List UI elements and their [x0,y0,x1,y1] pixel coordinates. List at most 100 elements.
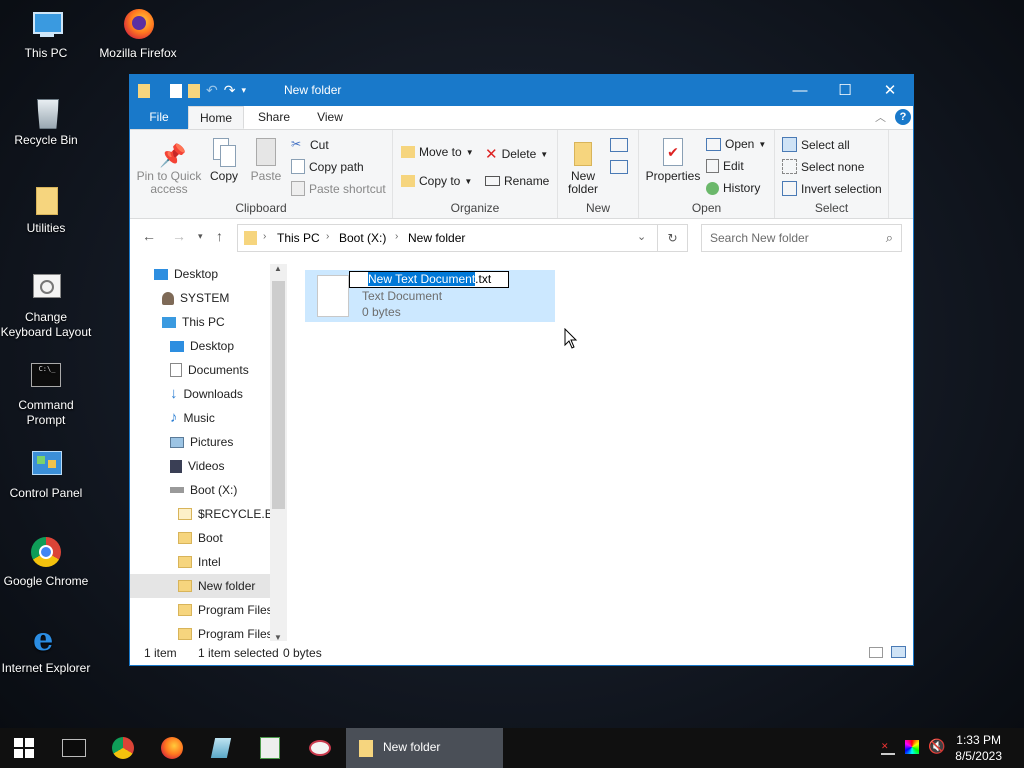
minimize-button[interactable]: — [777,75,823,106]
copy-button[interactable]: Copy [206,138,242,183]
pin-quick-access-button[interactable]: 📌 Pin to Quick access [136,142,202,196]
maximize-button[interactable]: ☐ [822,75,868,106]
properties-button[interactable]: ✔ Properties [645,138,701,183]
computer-icon [29,8,63,42]
edit-button[interactable]: Edit [706,159,744,173]
tree-item-system[interactable]: SYSTEM [162,286,229,310]
breadcrumb-this-pc[interactable]: This PC [277,231,320,245]
tree-item-boot-drive[interactable]: Boot (X:) [170,478,237,502]
color-display-icon[interactable] [905,740,919,754]
desktop-icon-keyboard-layout[interactable]: Change Keyboard Layout [0,272,92,340]
taskbar-app[interactable] [246,728,294,768]
tab-home[interactable]: Home [188,106,244,129]
taskbar-app[interactable] [296,728,344,768]
network-icon[interactable]: ✕ [881,741,895,755]
text-document-icon [317,275,349,317]
desktop-icon-command-prompt[interactable]: C:\_ Command Prompt [0,360,92,428]
new-folder-icon[interactable] [188,83,200,98]
title-bar[interactable]: ↶ ↷ ▾ New folder — ☐ ✕ [130,75,913,106]
scrollbar-thumb[interactable] [272,281,285,509]
tree-item-program-files-x86[interactable]: Program Files [178,622,273,643]
taskbar-command-prompt[interactable] [50,728,98,768]
tree-item-boot[interactable]: Boot [178,526,223,550]
scroll-up-icon[interactable]: ▲ [274,264,282,273]
rename-input[interactable]: New Text Document.txt [349,271,509,288]
open-button[interactable]: Open ▼ [706,137,766,151]
select-all-icon [782,137,797,152]
desktop-icon-firefox[interactable]: Mozilla Firefox [92,8,184,61]
forward-arrow-icon[interactable]: → [172,228,186,244]
paste-shortcut-button[interactable]: Paste shortcut [291,181,386,196]
firefox-icon [121,8,155,42]
breadcrumb-boot-drive[interactable]: Boot (X:) [339,231,386,245]
select-all-button[interactable]: Select all [782,137,850,152]
address-bar[interactable]: › This PC › Boot (X:) › New folder ⌄ [237,224,658,252]
tree-item-program-files[interactable]: Program Files [178,598,273,622]
tree-item-desktop[interactable]: Desktop [170,334,234,358]
select-none-button[interactable]: Select none [782,159,864,174]
desktop-icon-label: Mozilla Firefox [99,46,177,60]
control-panel-icon [29,448,63,482]
rename-button[interactable]: Rename [485,174,549,188]
paste-button[interactable]: Paste [246,138,286,183]
redo-icon[interactable]: ↷ [224,82,236,99]
history-button[interactable]: History [706,181,760,195]
help-icon[interactable]: ? [895,109,911,125]
copy-path-button[interactable]: Copy path [291,159,364,174]
spreadsheet-icon [260,737,280,759]
cut-button[interactable]: ✂ Cut [291,137,329,152]
search-input[interactable]: Search New folder ⌕ [701,224,902,252]
up-arrow-icon[interactable]: ↑ [216,228,223,244]
delete-button[interactable]: ✕ Delete ▼ [485,145,548,163]
desktop-icon-recycle-bin[interactable]: Recycle Bin [0,95,92,148]
taskbar-firefox[interactable] [148,728,196,768]
tab-file[interactable]: File [130,106,188,129]
taskbar-app[interactable] [197,728,245,768]
taskbar-chrome[interactable] [99,728,147,768]
tree-item-intel[interactable]: Intel [178,550,221,574]
details-view-icon[interactable] [869,647,883,658]
tree-item-downloads[interactable]: ↓ Downloads [170,382,243,406]
tree-item-new-folder[interactable]: New folder [130,574,270,598]
desktop-icon-utilities[interactable]: Utilities [0,183,92,236]
tree-item-desktop[interactable]: Desktop [154,262,218,286]
refresh-button[interactable]: ↻ [657,224,688,252]
large-icons-view-icon[interactable] [891,646,906,658]
tab-view[interactable]: View [302,106,358,129]
tree-item-music[interactable]: ♪ Music [170,406,215,430]
collapse-ribbon-icon[interactable]: ︿ [875,109,886,125]
breadcrumb-new-folder[interactable]: New folder [408,231,465,245]
tree-item-this-pc[interactable]: This PC [162,310,225,334]
group-label: Select [814,201,849,215]
desktop-icon-chrome[interactable]: Google Chrome [0,536,92,589]
properties-icon[interactable] [170,83,182,98]
invert-selection-button[interactable]: Invert selection [782,181,882,196]
volume-muted-icon[interactable]: 🔇 [928,738,945,755]
copy-to-button[interactable]: Copy to ▼ [401,174,472,188]
back-arrow-icon[interactable]: ← [142,228,156,244]
start-button[interactable] [0,728,48,768]
undo-icon[interactable]: ↶ [206,82,218,99]
close-button[interactable]: ✕ [867,75,913,106]
tree-item-documents[interactable]: Documents [170,358,249,382]
taskbar-file-explorer-window[interactable]: New folder [346,728,503,768]
tab-share[interactable]: Share [246,106,302,129]
desktop-icon-control-panel[interactable]: Control Panel [0,448,92,501]
system-clock[interactable]: 1:33 PM 8/5/2023 [955,732,1002,764]
file-item[interactable]: New Text Document.txt Text Document 0 by… [305,270,555,322]
desktop-icon-internet-explorer[interactable]: e Internet Explorer [0,623,92,676]
customize-toolbar-icon[interactable]: ▾ [241,85,246,96]
easy-access-icon[interactable] [610,160,628,174]
breadcrumb-separator-icon: › [263,231,267,242]
desktop-icon-this-pc[interactable]: This PC [0,8,92,61]
dropdown-arrow-icon: ▼ [540,149,549,159]
tree-item-videos[interactable]: Videos [170,454,224,478]
new-item-icon[interactable] [610,138,628,152]
tree-item-recycle-bin-folder[interactable]: $RECYCLE.BIN [178,502,285,526]
new-folder-button[interactable]: New folder [562,142,604,196]
recent-locations-icon[interactable]: ▾ [198,231,203,242]
tree-item-pictures[interactable]: Pictures [170,430,233,454]
address-dropdown-icon[interactable]: ⌄ [637,230,646,243]
move-to-button[interactable]: Move to ▼ [401,145,474,159]
navigation-pane-scrollbar[interactable]: ▲ ▼ [270,264,287,644]
